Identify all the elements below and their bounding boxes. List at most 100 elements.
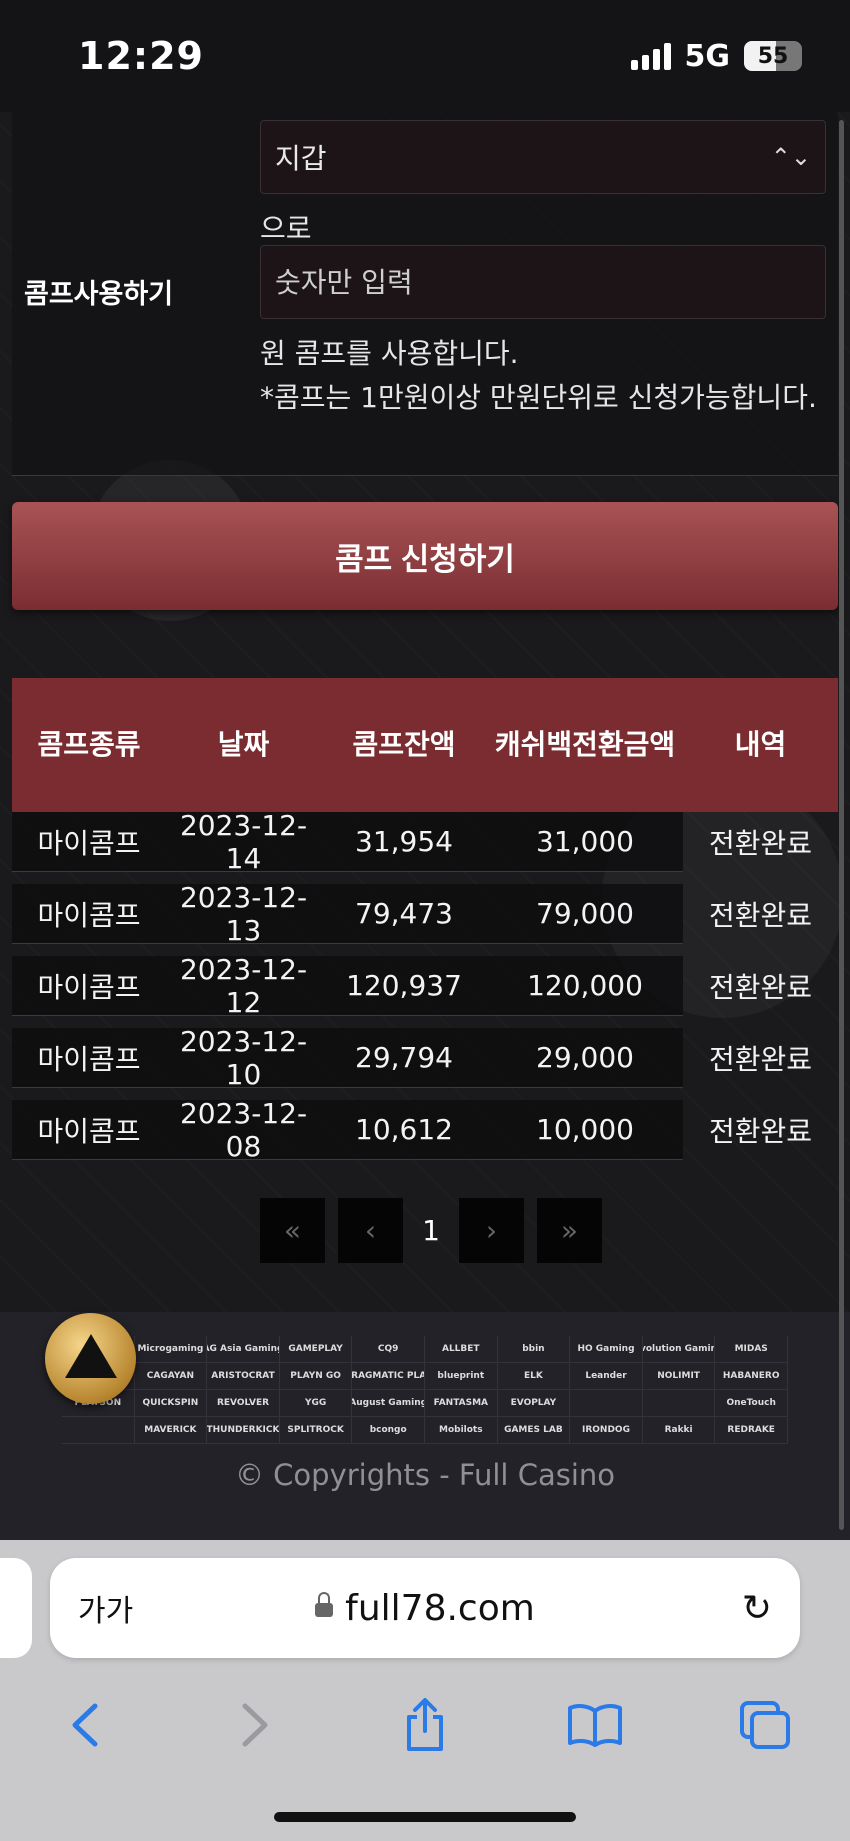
amount-input[interactable] <box>260 245 826 319</box>
cell-comp-balance: 79,473 <box>355 897 453 930</box>
header-comp-balance: 콤프잔액 <box>352 728 456 761</box>
provider-logo: CQ9 <box>352 1336 425 1363</box>
back-icon[interactable] <box>0 1680 170 1770</box>
use-note: 원 콤프를 사용합니다. <box>260 337 519 370</box>
cell-comp-type: 마이콤프 <box>37 1114 141 1148</box>
next-page-button[interactable]: › <box>459 1198 524 1263</box>
cell-cashback-amount: 79,000 <box>536 897 634 930</box>
cell-details: 전환완료 <box>708 899 813 932</box>
table-header: 콤프종류 날짜 콤프잔액 캐쉬백전환금액 내역 <box>12 678 838 812</box>
signal-icon <box>630 42 671 70</box>
bookmarks-icon[interactable] <box>510 1680 680 1770</box>
status-indicators: 5G 55 <box>630 38 802 74</box>
network-label: 5G <box>684 38 731 74</box>
provider-logo: MAVERICK <box>134 1417 208 1444</box>
apply-comp-button[interactable]: 콤프 신청하기 <box>12 502 838 610</box>
provider-logo: GAMEPLAY <box>279 1336 353 1363</box>
cell-cashback-amount: 31,000 <box>536 825 634 858</box>
header-cashback-amount: 캐쉬백전환금액 <box>494 728 676 761</box>
provider-logo: REDRAKE <box>715 1417 788 1444</box>
provider-logo: AG Asia Gaming <box>207 1336 280 1363</box>
cell-details: 전환완료 <box>708 971 813 1004</box>
row-cells: 마이콤프 2023-12-13 79,473 79,000 <box>12 880 683 947</box>
cell-date: 2023-12-08 <box>179 1096 308 1163</box>
provider-logo: MIDAS <box>715 1336 788 1363</box>
url-text: full78.com <box>345 1587 535 1629</box>
provider-logo: Evolution Gaming <box>642 1336 716 1363</box>
lock-icon <box>315 1591 334 1617</box>
table-row: 마이콤프 2023-12-13 79,473 79,000 전환완료 <box>12 880 838 947</box>
address-bar[interactable]: 가가 full78.com ↻ <box>50 1558 800 1658</box>
provider-logo: Leander <box>570 1363 643 1390</box>
cell-cashback-amount: 120,000 <box>527 969 643 1002</box>
provider-logo: IRONDOG <box>570 1417 643 1444</box>
cell-date: 2023-12-13 <box>179 880 308 947</box>
cell-comp-balance: 10,612 <box>355 1113 453 1146</box>
current-page[interactable]: 1 <box>416 1198 446 1263</box>
cell-cashback-amount: 29,000 <box>536 1041 634 1074</box>
cell-date: 2023-12-14 <box>179 808 308 875</box>
share-icon[interactable] <box>340 1680 510 1770</box>
provider-logo: PLAYN GO <box>279 1363 353 1390</box>
provider-logo: bbin <box>497 1336 571 1363</box>
provider-logo <box>62 1417 135 1444</box>
table-row: 마이콤프 2023-12-12 120,937 120,000 전환완료 <box>12 953 838 1019</box>
comp-rule-note: *콤프는 1만원이상 만원단위로 신청가능합니다. <box>260 381 817 414</box>
provider-logo: QUICKSPIN <box>134 1390 208 1417</box>
reload-icon[interactable]: ↻ <box>742 1588 772 1629</box>
row-cells: 마이콤프 2023-12-14 31,954 31,000 <box>12 808 683 875</box>
forward-icon[interactable] <box>170 1680 340 1770</box>
cell-comp-type: 마이콤프 <box>37 970 141 1004</box>
cell-details: 전환완료 <box>708 1115 813 1148</box>
table-row: 마이콤프 2023-12-14 31,954 31,000 전환완료 <box>12 808 838 875</box>
provider-logo: Microgaming <box>134 1336 208 1363</box>
provider-logo: SPLITROCK <box>279 1417 353 1444</box>
battery-icon: 55 <box>744 41 802 71</box>
comp-use-label: 콤프사용하기 <box>24 279 174 310</box>
provider-logo: ARISTOCRAT <box>207 1363 280 1390</box>
row-cells: 마이콤프 2023-12-08 10,612 10,000 <box>12 1096 683 1163</box>
provider-logo: CAGAYAN <box>134 1363 208 1390</box>
provider-logo: ELK <box>497 1363 571 1390</box>
provider-logo: REVOLVER <box>207 1390 280 1417</box>
provider-logo: EVOPLAY <box>497 1390 571 1417</box>
cell-comp-type: 마이콤프 <box>37 1042 141 1076</box>
provider-logo: HO Gaming <box>570 1336 643 1363</box>
cell-date: 2023-12-10 <box>179 1024 308 1091</box>
row-cells: 마이콤프 2023-12-10 29,794 29,000 <box>12 1024 683 1091</box>
first-page-button[interactable]: « <box>260 1198 325 1263</box>
browser-nav <box>0 1680 850 1770</box>
page-content: 콤프사용하기 지갑 ⌃⌄ 으로 원 콤프를 사용합니다. *콤프는 1만원이상 … <box>0 112 850 1540</box>
provider-logo: YGG <box>279 1390 353 1417</box>
cell-comp-balance: 120,937 <box>346 969 462 1002</box>
cell-comp-type: 마이콤프 <box>37 898 141 932</box>
tabs-icon[interactable] <box>680 1680 850 1770</box>
cell-comp-balance: 29,794 <box>355 1041 453 1074</box>
prev-page-button[interactable]: ‹ <box>338 1198 403 1263</box>
comp-history-table: 콤프종류 날짜 콤프잔액 캐쉬백전환금액 내역 마이콤프 2023-12-14 31… <box>12 678 838 1163</box>
url-display[interactable]: full78.com <box>50 1588 800 1629</box>
status-bar: 12:29 5G 55 <box>0 0 850 112</box>
copyright: © Copyrights - Full Casino <box>234 1458 616 1492</box>
last-page-button[interactable]: » <box>537 1198 602 1263</box>
row-cells: 마이콤프 2023-12-12 120,937 120,000 <box>12 953 683 1019</box>
scrollbar[interactable] <box>839 120 844 1530</box>
to-text: 으로 <box>260 212 312 245</box>
provider-logo <box>570 1390 643 1417</box>
cell-details: 전환완료 <box>708 1043 813 1076</box>
provider-logo: ALLBET <box>424 1336 498 1363</box>
table-row: 마이콤프 2023-12-08 10,612 10,000 전환완료 <box>12 1096 838 1163</box>
provider-logo: HABANERO <box>715 1363 788 1390</box>
previous-tab-peek[interactable] <box>0 1558 32 1658</box>
floating-logo-button[interactable] <box>45 1313 136 1404</box>
provider-logo: blueprint <box>424 1363 498 1390</box>
header-date: 날짜 <box>217 728 270 761</box>
provider-logo: OneTouch <box>715 1390 788 1417</box>
provider-logo: bcongo <box>352 1417 425 1444</box>
triangle-logo-icon <box>64 1333 117 1378</box>
provider-logos: TAISHANMicrogamingAG Asia GamingGAMEPLAY… <box>62 1336 788 1444</box>
select-chevron-icon: ⌃⌄ <box>770 143 811 171</box>
wallet-select[interactable]: 지갑 ⌃⌄ <box>260 120 826 194</box>
browser-toolbar: 가가 full78.com ↻ <box>0 1540 850 1841</box>
header-comp-type: 콤프종류 <box>37 728 141 761</box>
